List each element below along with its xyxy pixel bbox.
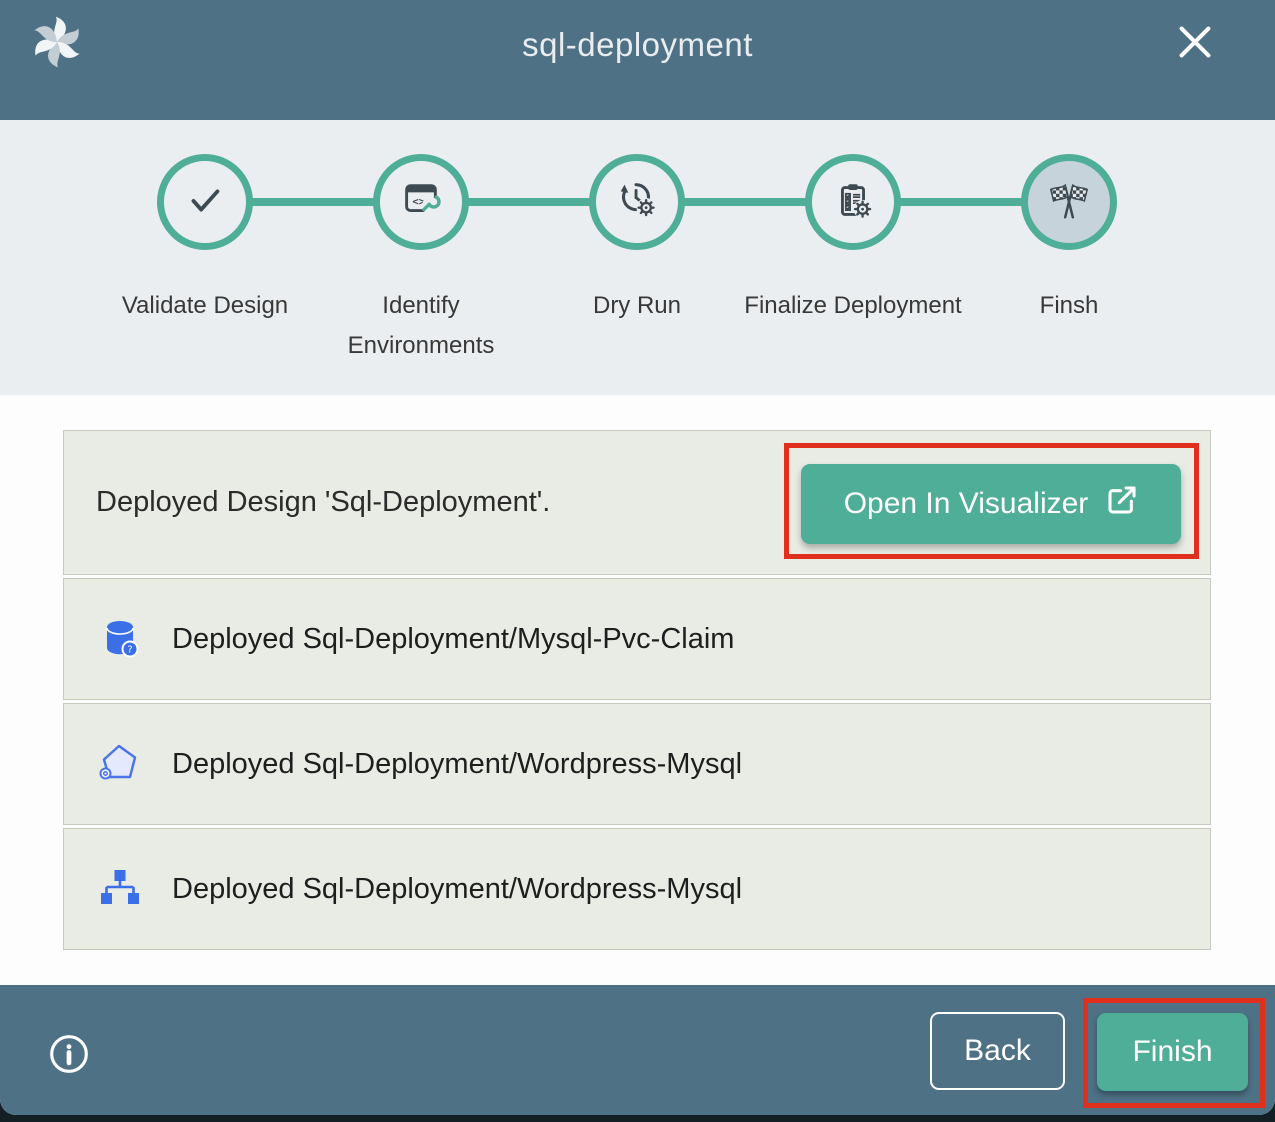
back-button[interactable]: Back xyxy=(930,1012,1065,1090)
svg-text:?: ? xyxy=(127,645,132,656)
dialog-body: Deployed Design 'Sql-Deployment'. Open I… xyxy=(0,395,1275,985)
close-icon xyxy=(1176,49,1214,64)
dialog-backdrop: sql-deployment xyxy=(0,0,1275,1122)
deployed-result-row-mysql-pvc-claim: ? Deployed Sql-Deployment/Mysql-Pvc-Clai… xyxy=(63,578,1211,700)
step-finish xyxy=(1021,154,1117,250)
database-icon: ? xyxy=(96,615,144,663)
deployment-stepper: <> xyxy=(0,120,1275,395)
info-icon xyxy=(48,1063,90,1078)
checkmark-icon xyxy=(182,177,228,228)
step-label-dry-run: Dry Run xyxy=(525,286,749,326)
open-in-visualizer-label: Open In Visualizer xyxy=(844,487,1089,521)
deployed-result-row-wordpress-mysql-1: Deployed Sql-Deployment/Wordpress-Mysql xyxy=(63,703,1211,825)
external-link-icon xyxy=(1106,484,1138,524)
hierarchy-icon xyxy=(96,865,144,913)
close-button[interactable] xyxy=(1175,23,1215,63)
clipboard-gear-icon xyxy=(830,177,876,228)
deployed-design-row: Deployed Design 'Sql-Deployment'. Open I… xyxy=(63,430,1211,575)
code-window-wrench-icon: <> xyxy=(398,177,444,228)
deployment-results-list: Deployed Design 'Sql-Deployment'. Open I… xyxy=(63,430,1211,953)
step-dry-run xyxy=(589,154,685,250)
step-finalize-deployment xyxy=(805,154,901,250)
deployed-result-text: Deployed Sql-Deployment/Wordpress-Mysql xyxy=(172,748,742,781)
deployed-result-text: Deployed Sql-Deployment/Mysql-Pvc-Claim xyxy=(172,623,734,656)
deployed-result-row-wordpress-mysql-2: Deployed Sql-Deployment/Wordpress-Mysql xyxy=(63,828,1211,950)
step-label-identify-environments: Identify Environments xyxy=(309,286,533,366)
dialog-footer: Back Finish xyxy=(0,985,1275,1115)
dialog-title: sql-deployment xyxy=(0,26,1275,64)
sql-deployment-dialog: sql-deployment xyxy=(0,0,1275,1115)
checkered-flags-icon xyxy=(1046,177,1092,228)
step-identify-environments: <> xyxy=(373,154,469,250)
step-label-finish: Finsh xyxy=(957,286,1181,326)
dialog-header: sql-deployment xyxy=(0,0,1275,120)
history-gear-icon xyxy=(614,177,660,228)
step-label-validate-design: Validate Design xyxy=(93,286,317,326)
deployed-result-text: Deployed Sql-Deployment/Wordpress-Mysql xyxy=(172,873,742,906)
pentagon-component-icon xyxy=(96,740,144,788)
step-validate-design xyxy=(157,154,253,250)
info-button[interactable] xyxy=(48,1033,90,1075)
deployed-design-text: Deployed Design 'Sql-Deployment'. xyxy=(96,486,550,519)
open-in-visualizer-button[interactable]: Open In Visualizer xyxy=(801,464,1181,544)
step-label-finalize-deployment: Finalize Deployment xyxy=(741,286,965,326)
finish-button[interactable]: Finish xyxy=(1097,1013,1248,1091)
